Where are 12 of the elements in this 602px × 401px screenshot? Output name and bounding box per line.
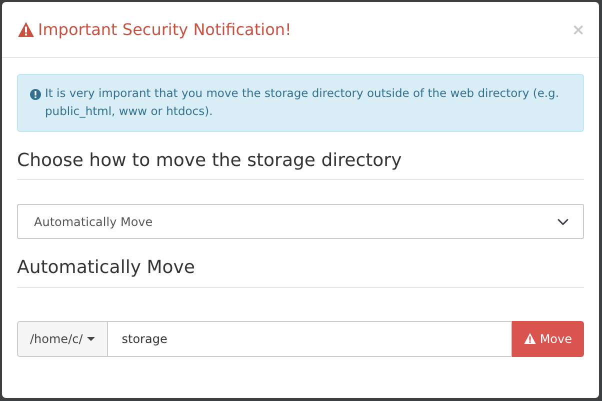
alert-text: It is very imporant that you move the storage directory outside of the web directory (e.g. public_html, www or htdocs).	[45, 85, 560, 120]
move-button[interactable]: Move	[512, 320, 584, 357]
dialog-title: Important Security Notification!	[38, 20, 292, 40]
folder-input[interactable]: storage	[108, 320, 512, 357]
warning-icon	[18, 22, 34, 37]
warning-icon	[524, 333, 536, 344]
method-select[interactable]: Automatically Move	[17, 204, 584, 240]
path-dropdown[interactable]: /home/c/	[17, 320, 108, 357]
section-heading: Choose how to move the storage directory	[17, 132, 584, 180]
caret-icon	[86, 336, 95, 341]
info-icon	[30, 89, 41, 100]
section-heading: Automatically Move	[17, 239, 584, 288]
